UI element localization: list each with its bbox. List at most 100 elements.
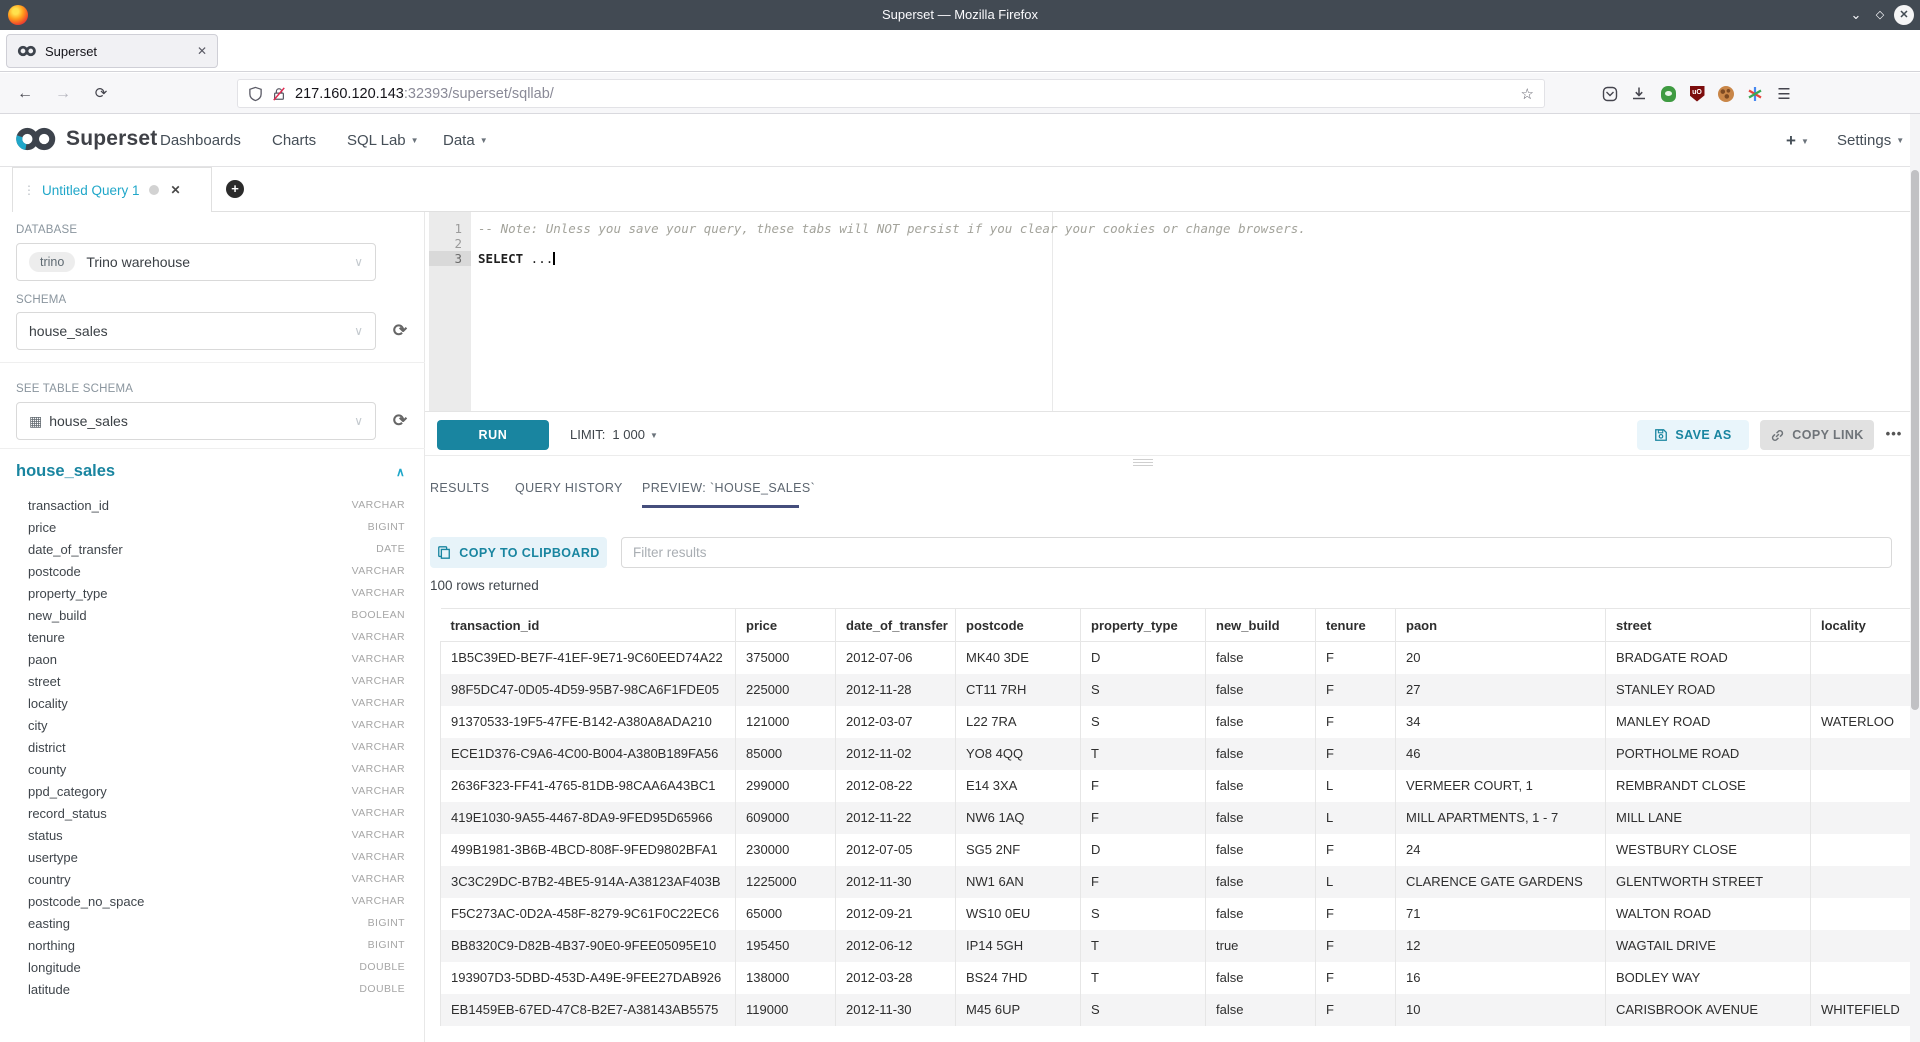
nav-item-settings[interactable]: Settings▼ <box>1837 114 1904 167</box>
ublock-icon[interactable]: uO <box>1683 73 1711 114</box>
window-minimize-button[interactable]: ⌄ <box>1844 0 1868 30</box>
table-column-row[interactable]: ppd_category VARCHAR <box>0 780 425 802</box>
table-header-cell[interactable]: new_build <box>1206 609 1316 642</box>
table-column-row[interactable]: price BIGINT <box>0 516 425 538</box>
table-column-row[interactable]: tenure VARCHAR <box>0 626 425 648</box>
table-column-row[interactable]: usertype VARCHAR <box>0 846 425 868</box>
forward-icon[interactable]: → <box>48 73 78 114</box>
run-button[interactable]: RUN <box>437 420 549 450</box>
page-scrollbar-thumb[interactable] <box>1911 170 1919 710</box>
table-column-row[interactable]: city VARCHAR <box>0 714 425 736</box>
table-cell: 609000 <box>736 802 836 834</box>
add-new-button[interactable]: +▼ <box>1786 114 1809 167</box>
table-header-cell[interactable]: property_type <box>1081 609 1206 642</box>
table-title[interactable]: house_sales <box>16 462 115 481</box>
column-type: BIGINT <box>368 939 405 951</box>
table-column-row[interactable]: locality VARCHAR <box>0 692 425 714</box>
table-column-row[interactable]: district VARCHAR <box>0 736 425 758</box>
table-column-row[interactable]: easting BIGINT <box>0 912 425 934</box>
tab-preview-house-sales[interactable]: PREVIEW: `HOUSE_SALES` <box>642 481 815 495</box>
table-column-row[interactable]: latitude DOUBLE <box>0 978 425 1000</box>
table-column-row[interactable]: transaction_id VARCHAR <box>0 494 425 516</box>
refresh-tables-icon[interactable]: ⟳ <box>388 409 412 433</box>
cookie-extension-icon[interactable] <box>1712 73 1740 114</box>
browser-tab[interactable]: Superset ✕ <box>6 34 218 68</box>
nav-item-dashboards[interactable]: Dashboards <box>160 114 241 167</box>
superset-brand[interactable]: Superset <box>14 126 157 152</box>
table-header-cell[interactable]: transaction_id <box>441 609 736 642</box>
copy-link-button[interactable]: COPY LINK <box>1760 420 1874 450</box>
table-cell: CARISBROOK AVENUE <box>1606 994 1811 1026</box>
tracking-shield-icon[interactable] <box>248 86 263 102</box>
save-as-button[interactable]: SAVE AS <box>1637 420 1749 450</box>
table-column-row[interactable]: paon VARCHAR <box>0 648 425 670</box>
back-icon[interactable]: ← <box>10 73 40 114</box>
reload-icon[interactable]: ⟳ <box>86 73 116 114</box>
more-options-button[interactable]: ••• <box>1877 420 1911 450</box>
pane-resize-handle[interactable] <box>1133 459 1153 466</box>
tab-results[interactable]: RESULTS <box>430 481 490 495</box>
table-cell: T <box>1081 962 1206 994</box>
downloads-icon[interactable] <box>1625 73 1653 114</box>
insecure-lock-icon[interactable] <box>272 86 286 102</box>
drag-handle-icon[interactable]: ⋮ <box>23 183 35 197</box>
window-maximize-button[interactable]: ◇ <box>1868 0 1892 30</box>
collapse-table-icon[interactable]: ∧ <box>396 465 405 479</box>
limit-dropdown[interactable]: LIMIT:1 000▼ <box>570 420 658 450</box>
table-cell: WATERLOO <box>1811 706 1911 738</box>
bookmark-star-icon[interactable]: ☆ <box>1521 85 1534 103</box>
table-header-cell[interactable]: tenure <box>1316 609 1396 642</box>
query-tab-untitled-query-1[interactable]: ⋮ Untitled Query 1 ✕ <box>12 167 212 212</box>
table-column-row[interactable]: property_type VARCHAR <box>0 582 425 604</box>
table-column-row[interactable]: status VARCHAR <box>0 824 425 846</box>
hamburger-menu-icon[interactable]: ☰ <box>1770 73 1798 114</box>
query-tab-close-icon[interactable]: ✕ <box>171 183 181 197</box>
browser-tab-close-icon[interactable]: ✕ <box>197 44 207 58</box>
copy-to-clipboard-button[interactable]: COPY TO CLIPBOARD <box>430 537 607 568</box>
database-select[interactable]: trino Trino warehouse ∨ <box>16 243 376 281</box>
asterisk-extension-icon[interactable] <box>1741 73 1769 114</box>
table-column-row[interactable]: longitude DOUBLE <box>0 956 425 978</box>
column-type: DATE <box>376 543 405 555</box>
table-row: 91370533-19F5-47FE-B142-A380A8ADA210 121… <box>441 706 1911 738</box>
table-header-cell[interactable]: street <box>1606 609 1811 642</box>
window-close-button[interactable]: ✕ <box>1894 5 1914 25</box>
table-column-row[interactable]: street VARCHAR <box>0 670 425 692</box>
nav-item-data[interactable]: Data▼ <box>443 114 488 167</box>
url-bar[interactable]: 217.160.120.143:32393/superset/sqllab/ ☆ <box>237 79 1545 108</box>
link-icon <box>1770 428 1785 443</box>
table-column-row[interactable]: northing BIGINT <box>0 934 425 956</box>
table-column-row[interactable]: postcode VARCHAR <box>0 560 425 582</box>
table-column-row[interactable]: date_of_transfer DATE <box>0 538 425 560</box>
table-cell: 46 <box>1396 738 1606 770</box>
filter-results-input[interactable] <box>621 537 1892 568</box>
table-header-cell[interactable]: locality <box>1811 609 1911 642</box>
table-cell: CLARENCE GATE GARDENS <box>1396 866 1606 898</box>
add-query-tab-button[interactable]: + <box>226 180 244 198</box>
table-column-row[interactable]: new_build BOOLEAN <box>0 604 425 626</box>
chevron-down-icon: ▼ <box>480 136 488 145</box>
table-header-cell[interactable]: postcode <box>956 609 1081 642</box>
refresh-schemas-icon[interactable]: ⟳ <box>388 319 412 343</box>
schema-select[interactable]: house_sales ∨ <box>16 312 376 350</box>
table-column-row[interactable]: record_status VARCHAR <box>0 802 425 824</box>
table-column-row[interactable]: postcode_no_space VARCHAR <box>0 890 425 912</box>
sql-editor[interactable]: 1 2 3 -- Note: Unless you save your quer… <box>425 212 1920 411</box>
table-header-cell[interactable]: date_of_transfer <box>836 609 956 642</box>
nav-item-charts[interactable]: Charts <box>272 114 316 167</box>
tab-query-history[interactable]: QUERY HISTORY <box>515 481 623 495</box>
table-column-row[interactable]: county VARCHAR <box>0 758 425 780</box>
table-header-cell[interactable]: price <box>736 609 836 642</box>
editor-comment-line: -- Note: Unless you save your query, the… <box>478 221 1306 236</box>
nav-item-sql-lab[interactable]: SQL Lab▼ <box>347 114 419 167</box>
privacy-extension-icon[interactable] <box>1654 73 1682 114</box>
table-cell: S <box>1081 994 1206 1026</box>
url-text[interactable]: 217.160.120.143:32393/superset/sqllab/ <box>295 86 1521 102</box>
table-cell: 299000 <box>736 770 836 802</box>
table-column-row[interactable]: country VARCHAR <box>0 868 425 890</box>
table-header-cell[interactable]: paon <box>1396 609 1606 642</box>
query-tab-bar: ⋮ Untitled Query 1 ✕ + <box>0 167 1920 212</box>
pocket-icon[interactable] <box>1596 73 1624 114</box>
clipboard-icon <box>437 545 451 560</box>
table-schema-select[interactable]: ▦ house_sales ∨ <box>16 402 376 440</box>
